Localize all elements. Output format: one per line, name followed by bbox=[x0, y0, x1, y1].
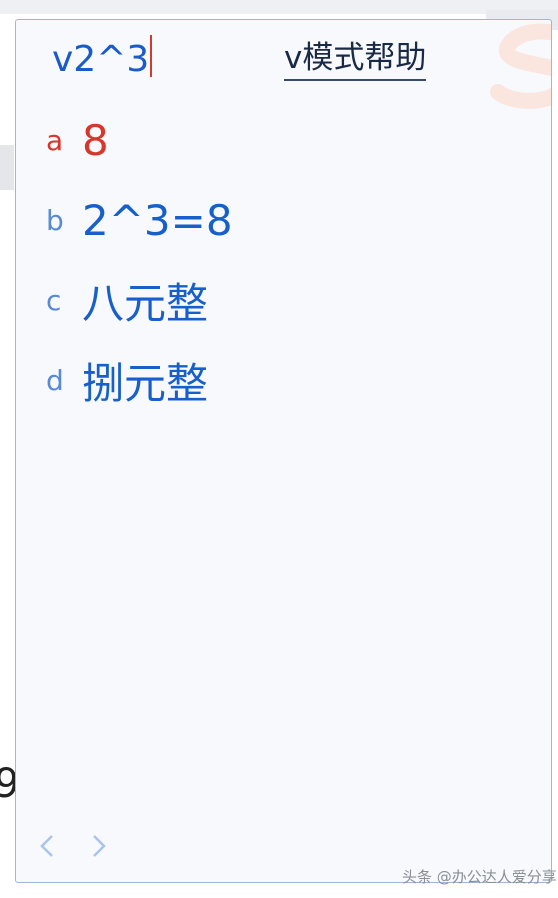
candidate-value: 2^3=8 bbox=[82, 195, 233, 245]
candidate-value: 八元整 bbox=[82, 278, 209, 328]
candidate-value: 8 bbox=[82, 115, 109, 165]
page-navigation bbox=[36, 830, 110, 862]
ime-candidate-window: v2^3 v模式帮助 a 8 b 2^3=8 c 八元整 d 捌元整 bbox=[15, 19, 552, 883]
chevron-left-icon[interactable] bbox=[36, 830, 60, 862]
candidate-a[interactable]: a 8 bbox=[46, 110, 109, 170]
candidate-key: b bbox=[46, 203, 64, 237]
candidate-b[interactable]: b 2^3=8 bbox=[46, 190, 233, 250]
chevron-right-icon[interactable] bbox=[86, 830, 110, 862]
candidate-key: d bbox=[46, 363, 64, 397]
text-caret bbox=[150, 35, 153, 77]
v-mode-help-link[interactable]: v模式帮助 bbox=[284, 38, 427, 81]
composition-input[interactable]: v2^3 bbox=[52, 35, 153, 85]
candidate-value: 捌元整 bbox=[82, 358, 209, 408]
candidate-key: c bbox=[46, 283, 62, 317]
candidate-d[interactable]: d 捌元整 bbox=[46, 350, 208, 410]
candidate-key: a bbox=[46, 123, 64, 157]
background-app-toolbar bbox=[0, 0, 558, 14]
composition-text: v2^3 bbox=[52, 39, 150, 80]
background-app-row bbox=[0, 145, 14, 190]
sogou-s-logo bbox=[490, 23, 551, 109]
source-watermark: 头条 @办公达人爱分享 bbox=[402, 868, 557, 886]
candidate-c[interactable]: c 八元整 bbox=[46, 270, 208, 330]
